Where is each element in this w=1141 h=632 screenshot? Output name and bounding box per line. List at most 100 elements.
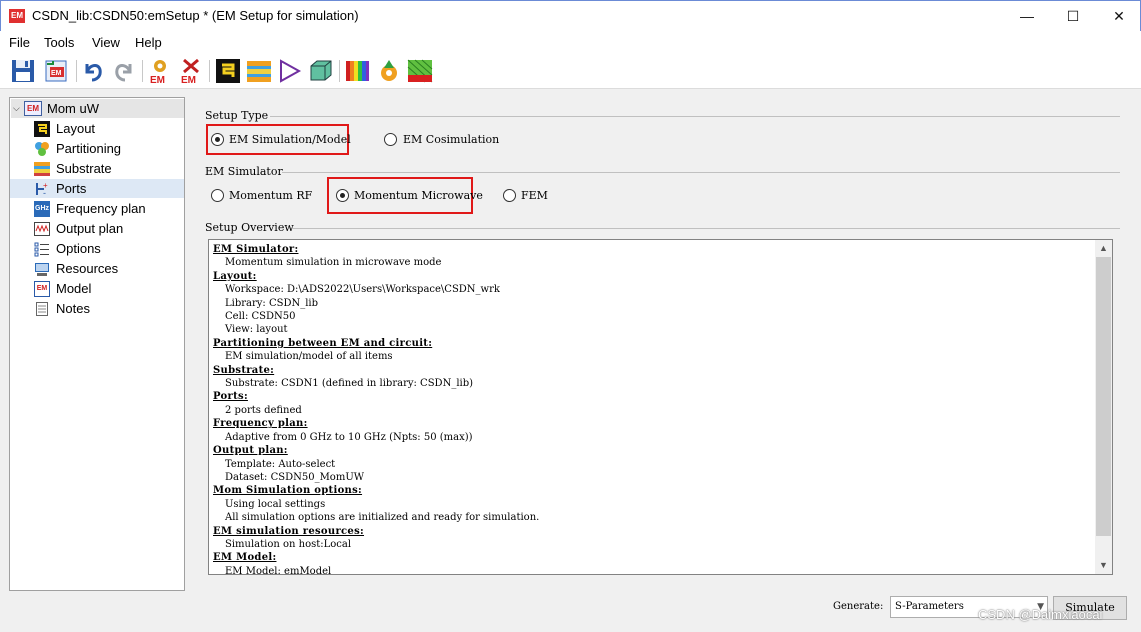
tree-item-ports[interactable]: + - Ports [10, 179, 184, 198]
setup-type-divider [270, 116, 1120, 117]
box-3d-icon[interactable] [308, 58, 334, 84]
radio-momentum-microwave[interactable] [336, 189, 349, 202]
svg-text:EM: EM [181, 75, 196, 84]
overview-heading: EM simulation resources: [213, 525, 365, 537]
output-plan-icon [34, 221, 50, 237]
setup-overview-label: Setup Overview [205, 221, 294, 234]
mesh-icon[interactable] [407, 58, 433, 84]
overview-line: Using local settings [225, 498, 326, 510]
tree-item-partitioning[interactable]: Partitioning [10, 139, 184, 158]
tree-item-substrate[interactable]: Substrate [10, 159, 184, 178]
tree-item-label: Ports [56, 181, 87, 196]
title-bar: EM CSDN_lib:CSDN50:emSetup * (EM Setup f… [0, 0, 1141, 31]
overview-line: Workspace: D:\ADS2022\Users\Workspace\CS… [225, 284, 500, 296]
toolbar: EM EM EM [0, 53, 1141, 89]
resources-icon [34, 261, 50, 277]
maximize-button[interactable]: ☐ [1050, 1, 1096, 31]
setup-tree: ⌵ EM Mom uW Layout Partitioning Substrat… [9, 97, 185, 591]
component-icon[interactable] [277, 58, 303, 84]
tree-item-label: Substrate [56, 161, 112, 176]
overview-line: Adaptive from 0 GHz to 10 GHz (Npts: 50 … [225, 431, 473, 443]
em-app-icon: EM [9, 9, 25, 23]
tree-item-options[interactable]: Options [10, 239, 184, 258]
radio-momentum-rf[interactable] [211, 189, 224, 202]
gear-optimize-icon[interactable] [376, 58, 402, 84]
overview-line: All simulation options are initialized a… [225, 512, 540, 524]
tree-item-model[interactable]: EM Model [10, 279, 184, 298]
minimize-button[interactable]: — [1004, 1, 1050, 31]
svg-text:EM: EM [51, 70, 62, 77]
em-settings-icon[interactable]: EM [147, 58, 173, 86]
svg-text:EM: EM [150, 75, 165, 84]
overview-heading: EM Simulator: [213, 244, 299, 255]
em-simulator-label: EM Simulator [205, 165, 283, 178]
setup-overview-divider [292, 228, 1120, 229]
tree-item-label: Layout [56, 121, 96, 136]
overview-content: EM Simulator: Momentum simulation in micr… [213, 243, 1093, 575]
tree-item-resources[interactable]: Resources [10, 259, 184, 278]
menu-tools[interactable]: Tools [44, 35, 74, 50]
layout-icon[interactable] [215, 58, 241, 84]
tree-item-layout[interactable]: Layout [10, 119, 184, 138]
overview-line: EM Model: emModel [225, 565, 332, 575]
substrate-icon[interactable] [246, 58, 272, 84]
overview-heading: Layout: [213, 270, 257, 282]
layout-icon [34, 121, 50, 137]
menu-view[interactable]: View [92, 35, 120, 50]
notes-icon [34, 301, 50, 317]
overview-line: Dataset: CSDN50_MomUW [225, 471, 365, 483]
overview-line: Simulation on host:Local [225, 538, 352, 550]
tree-item-label: Output plan [56, 221, 124, 236]
em-delete-icon[interactable]: EM [178, 58, 204, 86]
setup-overview-textbox[interactable]: EM Simulator: Momentum simulation in micr… [208, 239, 1113, 575]
setup-type-label: Setup Type [205, 109, 269, 122]
em-import-icon[interactable]: EM [43, 58, 69, 84]
tree-item-output-plan[interactable]: Output plan [10, 219, 184, 238]
scroll-up-icon[interactable]: ▲ [1095, 240, 1112, 257]
radio-fem[interactable] [503, 189, 516, 202]
model-icon: EM [34, 281, 50, 297]
overview-line: Momentum simulation in microwave mode [225, 257, 442, 269]
chevron-down-icon[interactable]: ⌵ [13, 103, 20, 114]
menu-file[interactable]: File [9, 35, 30, 50]
save-icon[interactable] [10, 58, 36, 84]
radio-label: FEM [521, 189, 548, 202]
em-simulator-divider [282, 172, 1120, 173]
overview-line: EM simulation/model of all items [225, 351, 393, 363]
tree-item-label: Model [56, 281, 92, 296]
overview-line: 2 ports defined [225, 404, 302, 416]
redo-icon[interactable] [111, 58, 137, 84]
overview-line: Cell: CSDN50 [225, 311, 296, 323]
generate-label: Generate: [833, 601, 884, 612]
tree-root-label: Mom uW [47, 101, 99, 116]
overview-heading: Ports: [213, 391, 248, 403]
tree-root[interactable]: ⌵ EM Mom uW [11, 99, 184, 118]
tree-item-label: Options [56, 241, 101, 256]
tree-item-label: Frequency plan [56, 201, 146, 216]
radio-em-cosimulation[interactable] [384, 133, 397, 146]
partitioning-icon [34, 141, 50, 157]
undo-icon[interactable] [80, 58, 106, 84]
scroll-thumb[interactable] [1096, 257, 1111, 536]
tree-item-label: Resources [56, 261, 119, 276]
em-root-icon: EM [24, 101, 42, 116]
ports-icon: + - [34, 181, 50, 198]
tree-item-label: Partitioning [56, 141, 122, 156]
tree-item-frequency-plan[interactable]: GHz Frequency plan [10, 199, 184, 218]
overview-line: Substrate: CSDN1 (defined in library: CS… [225, 378, 474, 390]
vertical-scrollbar[interactable]: ▲ ▼ [1095, 240, 1112, 574]
close-button[interactable]: ✕ [1096, 1, 1141, 31]
tree-item-notes[interactable]: Notes [10, 299, 184, 318]
overview-heading: Mom Simulation options: [213, 485, 363, 497]
scroll-down-icon[interactable]: ▼ [1095, 557, 1112, 574]
generate-value: S-Parameters [895, 601, 964, 612]
visualization-icon[interactable] [344, 58, 370, 84]
overview-line: Library: CSDN_lib [225, 297, 319, 309]
menu-help[interactable]: Help [135, 35, 162, 50]
radio-em-simulation-model[interactable] [211, 133, 224, 146]
radio-label: Momentum Microwave [354, 189, 483, 202]
overview-heading: Frequency plan: [213, 418, 308, 430]
radio-label: EM Cosimulation [403, 133, 500, 146]
svg-text:-: - [43, 188, 46, 197]
radio-label: EM Simulation/Model [229, 133, 351, 146]
